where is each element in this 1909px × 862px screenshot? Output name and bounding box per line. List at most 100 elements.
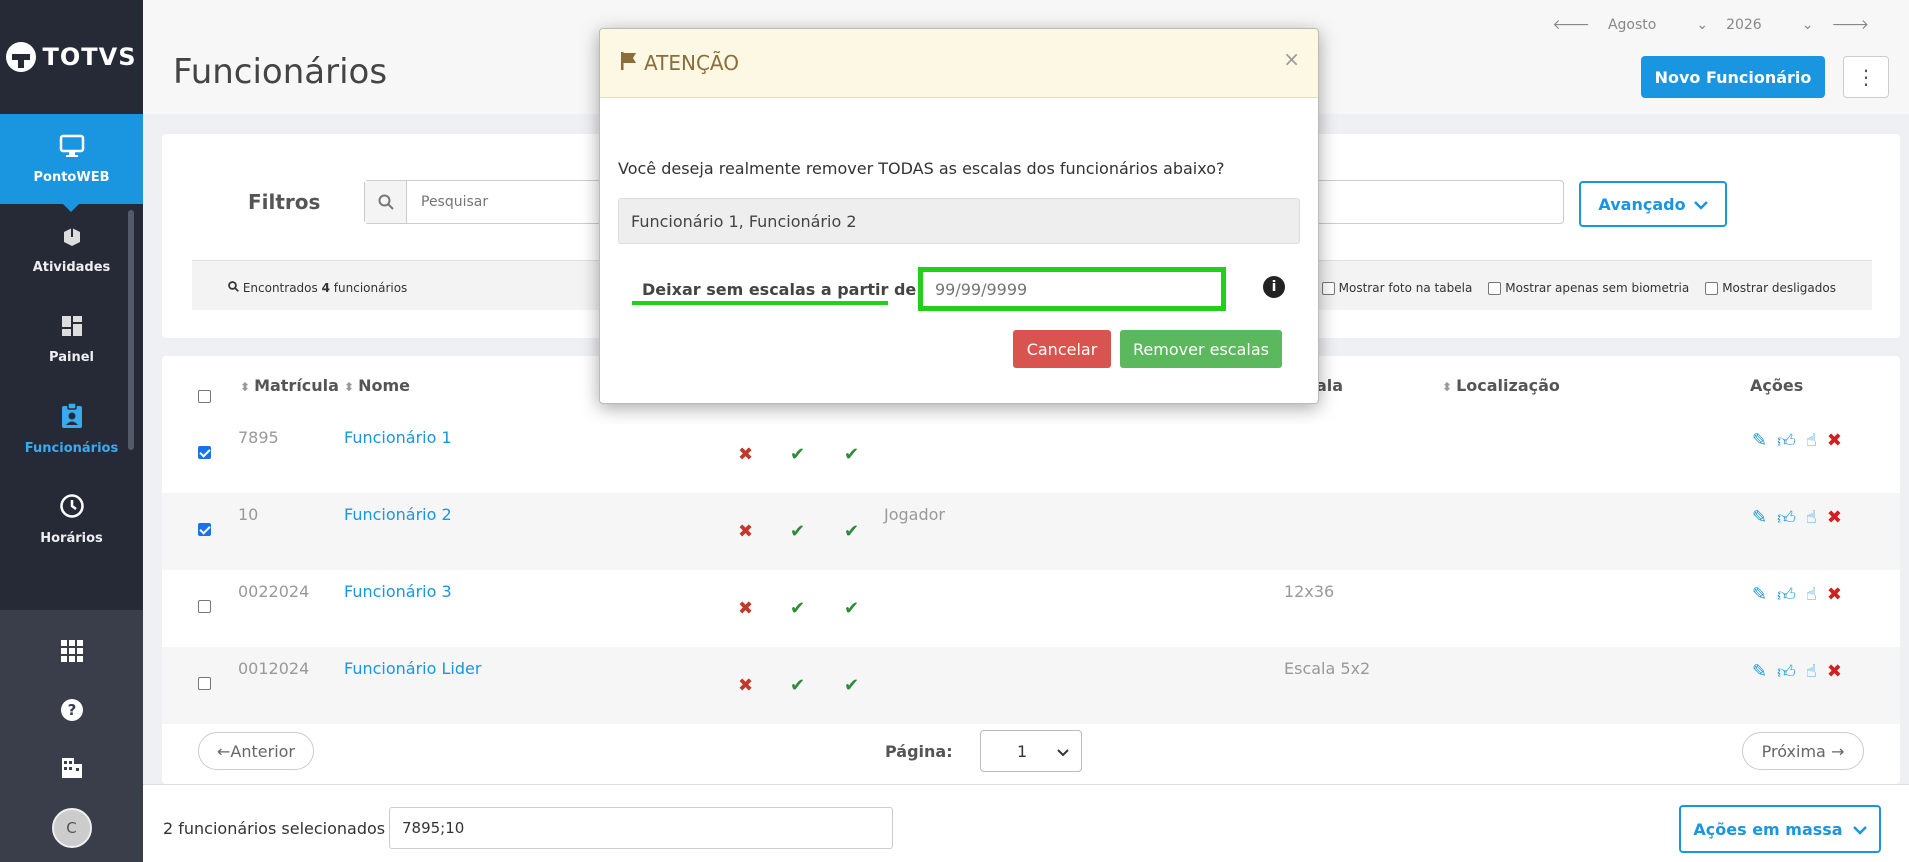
search-icon (365, 181, 407, 223)
arrow-right-icon[interactable]: 🡒 (1831, 16, 1869, 33)
row-checkbox[interactable] (198, 600, 211, 613)
dialog-title: ATENÇÃO (644, 51, 739, 75)
sidebar-scrollbar[interactable] (128, 210, 134, 450)
sidebar-item-label: Funcionários (24, 440, 119, 456)
table-row[interactable]: 0022024 Funcionário 3 ✖ ✔ ✔ 12x36 ✎ 👍︎ ☝… (162, 570, 1900, 647)
hand-pointer-icon[interactable]: ☝︎ (1806, 507, 1817, 529)
row-actions: ✎ 👍︎ ☝︎ ✖ (1752, 430, 1842, 452)
delete-icon[interactable]: ✖ (1827, 661, 1842, 683)
page-title: Funcionários (173, 52, 388, 92)
row-checkbox[interactable] (198, 523, 211, 536)
table-row[interactable]: 10 Funcionário 2 ✖ ✔ ✔ Jogador ✎ 👍︎ ☝︎ ✖ (162, 493, 1900, 570)
sidebar-item-pontoweb[interactable]: PontoWEB (0, 114, 143, 212)
avatar[interactable]: C (51, 808, 92, 848)
employee-name-link[interactable]: Funcionário Lider (344, 659, 481, 678)
status-check-icon: ✔ (790, 444, 806, 465)
confirm-remove-schedules-dialog: ATENÇÃO × Você deseja realmente remover … (599, 28, 1319, 404)
results-count: Encontrados 4 funcionários (228, 281, 407, 295)
chevron-down-icon (1852, 820, 1867, 839)
row-checkbox[interactable] (198, 446, 211, 459)
option-no-biometry[interactable]: Mostrar apenas sem biometria (1488, 281, 1689, 295)
chevron-down-icon: ⌄ (1801, 16, 1814, 33)
delete-icon[interactable]: ✖ (1827, 430, 1842, 452)
employee-name-link[interactable]: Funcionário 2 (344, 505, 452, 524)
employee-name-link[interactable]: Funcionário 1 (344, 428, 452, 447)
totvs-logo-icon (6, 42, 37, 72)
hand-pointer-icon[interactable]: ☝︎ (1806, 430, 1817, 452)
advanced-filter-button[interactable]: Avançado (1579, 181, 1727, 227)
selected-ids-input[interactable] (389, 807, 893, 849)
start-date-input[interactable] (918, 267, 1226, 311)
option-show-photo[interactable]: Mostrar foto na tabela (1321, 281, 1472, 295)
year-select[interactable]: 2026 ⌄ (1726, 17, 1813, 33)
edit-icon[interactable]: ✎ (1752, 661, 1767, 683)
info-icon[interactable]: i (1263, 276, 1285, 298)
checkbox[interactable] (1488, 281, 1502, 295)
column-label: Localização (1456, 376, 1560, 395)
checkbox[interactable] (1321, 281, 1335, 295)
building-icon[interactable] (60, 756, 84, 784)
arrow-left-icon[interactable]: 🡐 (1552, 16, 1590, 33)
row-checkbox[interactable] (198, 677, 211, 690)
search-icon (228, 281, 243, 295)
thumbs-up-icon[interactable]: 👍︎ (1777, 430, 1796, 452)
employee-name-link[interactable]: Funcionário 3 (344, 582, 452, 601)
more-options-button[interactable]: ⋮ (1843, 56, 1889, 98)
remove-schedules-button[interactable]: Remover escalas (1120, 330, 1282, 368)
employees-table: ⬍ Matrícula ⬍ Nome ala ⬍ Localização Ações … (162, 356, 1900, 784)
mass-actions-button[interactable]: Ações em massa (1679, 805, 1881, 853)
year-value: 2026 (1726, 16, 1762, 33)
selected-employees-field: Funcionário 1, Funcionário 2 (618, 198, 1300, 244)
filters-label: Filtros (248, 190, 321, 214)
edit-icon[interactable]: ✎ (1752, 584, 1767, 606)
bulk-actions-bar: 2 funcionários selecionados Ações em mas… (143, 784, 1909, 862)
kebab-menu-icon: ⋮ (1856, 65, 1876, 89)
checkbox[interactable] (1705, 281, 1719, 295)
sidebar-bottom: ? C (0, 610, 143, 862)
hand-pointer-icon[interactable]: ☝︎ (1806, 584, 1817, 606)
cancel-button[interactable]: Cancelar (1013, 330, 1111, 368)
status-x-icon: ✖ (738, 521, 754, 542)
close-icon[interactable]: × (1283, 47, 1300, 71)
sidebar-item-painel[interactable]: Painel (0, 294, 143, 384)
row-actions: ✎ 👍︎ ☝︎ ✖ (1752, 584, 1842, 606)
column-matricula[interactable]: ⬍ Matrícula (240, 376, 339, 395)
help-icon[interactable]: ? (60, 698, 84, 726)
hand-pointer-icon[interactable]: ☝︎ (1806, 661, 1817, 683)
column-nome[interactable]: ⬍ Nome (344, 376, 410, 395)
edit-icon[interactable]: ✎ (1752, 507, 1767, 529)
thumbs-up-icon[interactable]: 👍︎ (1777, 507, 1796, 529)
page-select[interactable]: 1 (980, 730, 1082, 772)
apps-grid-icon[interactable] (60, 640, 83, 668)
found-count: 4 (321, 281, 330, 295)
sidebar-item-horarios[interactable]: Horários (0, 474, 143, 564)
sidebar-item-funcionarios[interactable]: Funcionários (0, 384, 143, 474)
table-row[interactable]: 7895 Funcionário 1 ✖ ✔ ✔ ✎ 👍︎ ☝︎ ✖ (162, 416, 1900, 493)
option-show-dismissed[interactable]: Mostrar desligados (1705, 281, 1836, 295)
dialog-message: Você deseja realmente remover TODAS as e… (618, 159, 1225, 178)
delete-icon[interactable]: ✖ (1827, 584, 1842, 606)
sidebar-item-label: Painel (49, 349, 94, 365)
table-row[interactable]: 0012024 Funcionário Lider ✖ ✔ ✔ Escala 5… (162, 647, 1900, 724)
escala-cell: 12x36 (1284, 582, 1335, 601)
period-selector: 🡐 Agosto ⌄ 2026 ⌄ 🡒 (1552, 16, 1869, 34)
column-escala[interactable]: ala (1316, 376, 1343, 395)
status-check-icon: ✔ (790, 675, 806, 696)
edit-icon[interactable]: ✎ (1752, 430, 1767, 452)
page-value: 1 (1017, 741, 1028, 761)
status-check-icon: ✔ (844, 675, 860, 696)
sidebar-item-atividades[interactable]: Atividades (0, 204, 143, 294)
thumbs-up-icon[interactable]: 👍︎ (1777, 661, 1796, 683)
previous-page-button[interactable]: ←Anterior (198, 732, 314, 770)
select-all-checkbox[interactable] (198, 390, 211, 403)
column-localizacao[interactable]: ⬍ Localização (1442, 376, 1560, 395)
thumbs-up-icon[interactable]: 👍︎ (1777, 584, 1796, 606)
svg-text:?: ? (67, 701, 76, 719)
cargo-cell: Jogador (884, 505, 945, 524)
delete-icon[interactable]: ✖ (1827, 507, 1842, 529)
month-select[interactable]: Agosto ⌄ (1608, 17, 1708, 33)
totvs-logo[interactable]: TOTVS (0, 0, 143, 114)
chevron-down-icon: ⌄ (1696, 16, 1709, 33)
next-page-button[interactable]: Próxima → (1742, 732, 1864, 770)
new-employee-button[interactable]: Novo Funcionário (1641, 56, 1825, 98)
